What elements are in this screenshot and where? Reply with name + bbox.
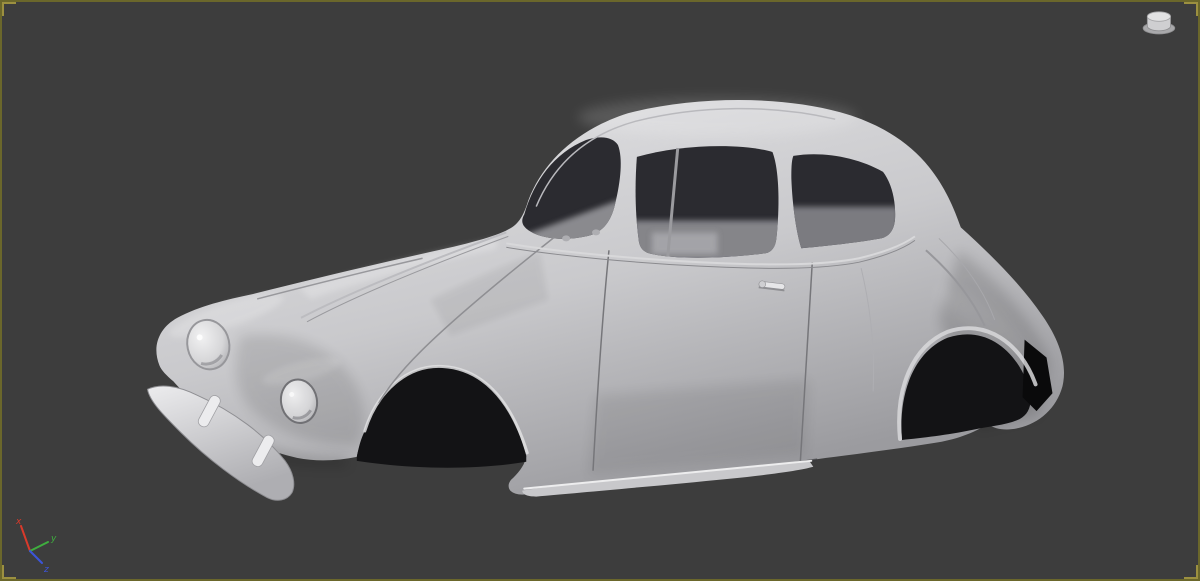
wiper-base-right: [592, 229, 600, 236]
scene-canvas: [146, 97, 1065, 501]
wiper-base-left: [562, 235, 571, 242]
axis-z-label: z: [43, 565, 49, 575]
viewcube-icon[interactable]: [1138, 6, 1182, 44]
world-axis-icon: x y z: [15, 517, 57, 575]
3d-viewport[interactable]: x y z: [0, 0, 1200, 581]
axis-y-label: y: [50, 534, 57, 544]
model-vw-beetle-body[interactable]: [146, 97, 1065, 501]
roof-highlight: [578, 97, 858, 138]
axis-x-label: x: [15, 517, 22, 527]
